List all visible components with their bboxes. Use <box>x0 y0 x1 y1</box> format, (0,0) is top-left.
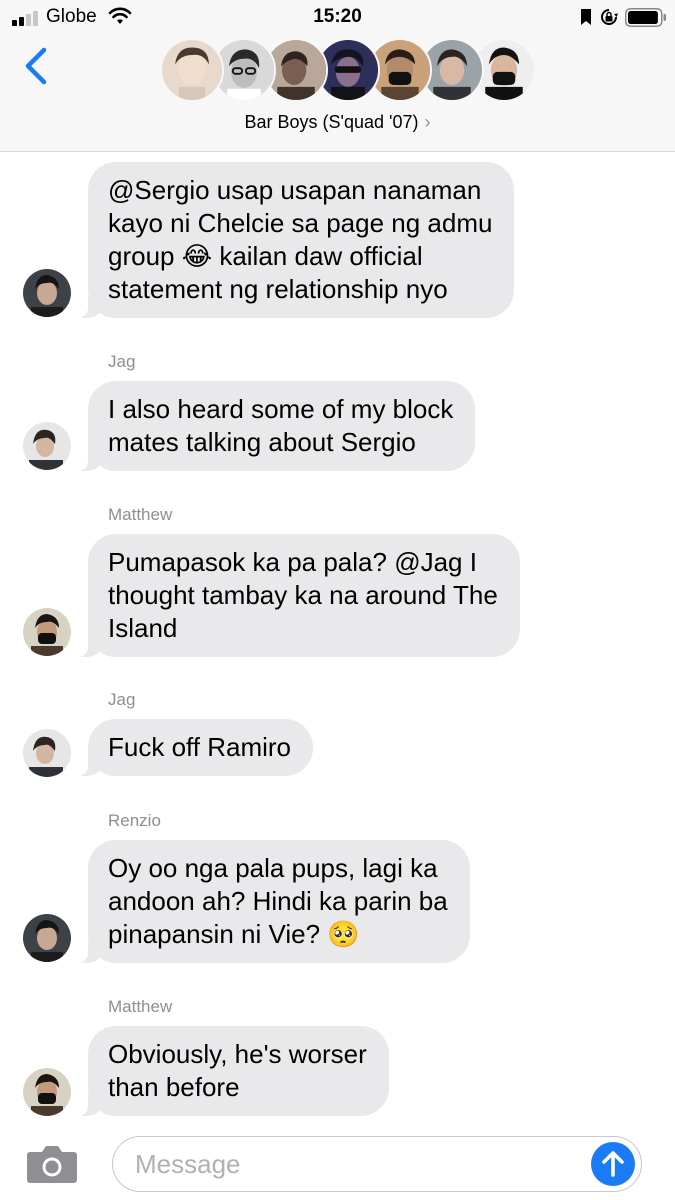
sender-avatar[interactable] <box>23 729 71 777</box>
message-text: Pumapasok ka pa pala? @Jag I thought tam… <box>108 547 498 643</box>
rotation-lock-icon <box>601 9 618 25</box>
battery-icon <box>625 8 666 27</box>
message-bubble[interactable]: Obviously, he's worser than before <box>78 1026 389 1116</box>
sender-avatar[interactable] <box>23 914 71 962</box>
message-bubble[interactable]: Pumapasok ka pa pala? @Jag I thought tam… <box>78 534 520 657</box>
message-text: I also heard some of my block mates talk… <box>108 394 454 457</box>
chevron-right-icon: › <box>424 112 431 132</box>
message-text: Fuck off Ramiro <box>108 732 292 762</box>
status-time: 15:20 <box>313 6 362 27</box>
message-text: Oy oo nga pala pups, lagi ka andoon ah? … <box>108 853 448 949</box>
message-input[interactable] <box>135 1147 575 1181</box>
camera-icon[interactable] <box>26 1142 78 1184</box>
conversation-header: Bar Boys (S'quad '07) › <box>0 34 675 152</box>
message-text: @Sergio usap usapan nanaman kayo ni Chel… <box>108 175 493 304</box>
sender-avatar[interactable] <box>23 1068 71 1116</box>
message-thread[interactable]: @Sergio usap usapan nanaman kayo ni Chel… <box>0 152 675 1132</box>
sender-avatar[interactable] <box>23 269 71 317</box>
sender-name: Matthew <box>108 997 173 1016</box>
message-bubble[interactable]: Fuck off Ramiro <box>77 719 314 776</box>
message-bubble[interactable]: @Sergio usap usapan nanaman kayo ni Chel… <box>77 162 515 318</box>
message-field[interactable] <box>112 1136 642 1192</box>
group-name-label: Bar Boys (S'quad '07) <box>244 112 419 132</box>
bookmark-icon <box>581 9 591 25</box>
message-bubble[interactable]: Oy oo nga pala pups, lagi ka andoon ah? … <box>78 840 470 963</box>
message-bubble[interactable]: I also heard some of my block mates talk… <box>77 381 476 471</box>
message-text: Obviously, he's worser than before <box>108 1039 367 1102</box>
group-avatars[interactable] <box>160 38 536 104</box>
member-avatar <box>160 38 224 102</box>
sender-avatar[interactable] <box>23 422 71 470</box>
back-chevron-icon[interactable] <box>20 46 54 86</box>
sender-name: Jag <box>108 352 136 371</box>
sender-avatar[interactable] <box>23 608 71 656</box>
group-name[interactable]: Bar Boys (S'quad '07) › <box>0 112 675 133</box>
sender-name: Matthew <box>108 505 173 524</box>
send-arrow-icon <box>602 1151 624 1177</box>
compose-bar <box>0 1132 675 1200</box>
send-button[interactable] <box>591 1142 635 1186</box>
sender-name: Renzio <box>108 811 161 830</box>
status-bar: Globe 15:20 <box>0 0 675 34</box>
sender-name: Jag <box>108 690 136 709</box>
